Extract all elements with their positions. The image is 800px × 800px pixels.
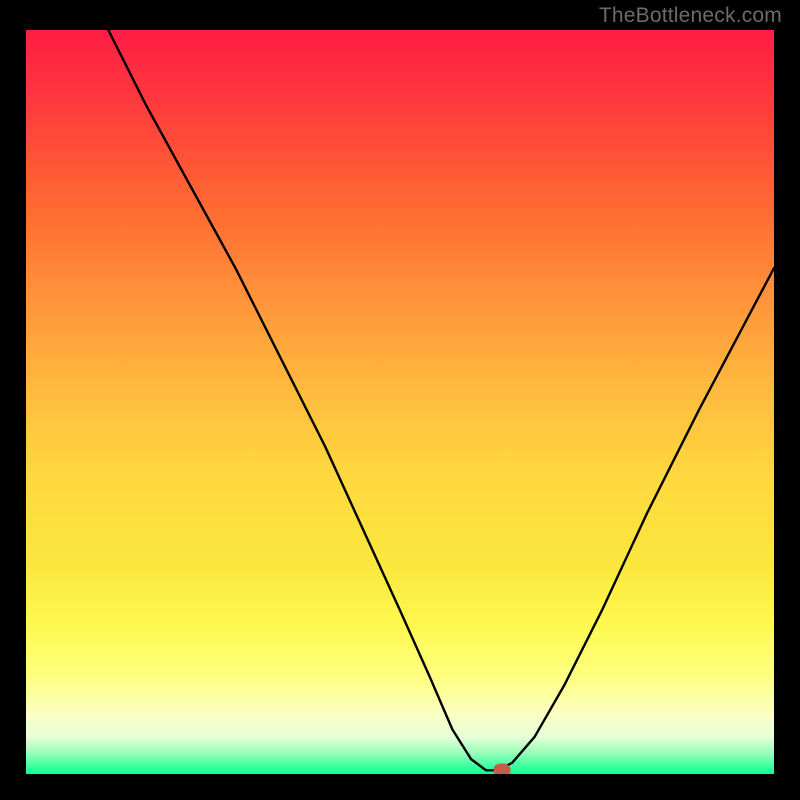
plot-area xyxy=(26,30,774,774)
optimum-marker xyxy=(494,763,511,774)
watermark-text: TheBottleneck.com xyxy=(599,4,782,28)
chart-frame: TheBottleneck.com xyxy=(0,0,800,800)
bottleneck-curve xyxy=(26,30,774,774)
curve-path xyxy=(108,30,774,770)
